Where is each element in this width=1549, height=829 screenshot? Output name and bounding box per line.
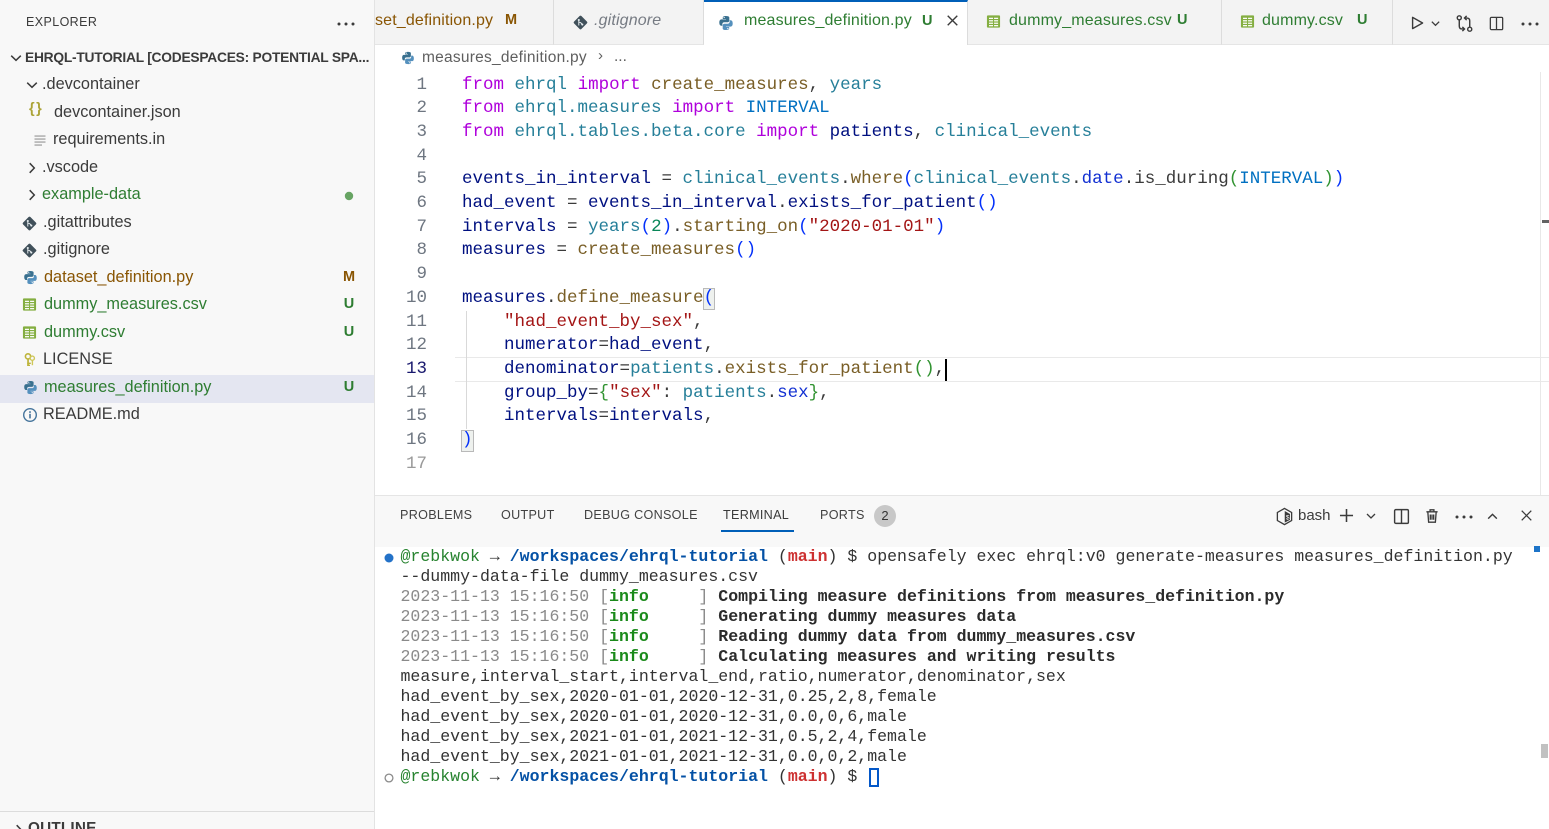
svg-text:$: $ — [1286, 514, 1290, 521]
